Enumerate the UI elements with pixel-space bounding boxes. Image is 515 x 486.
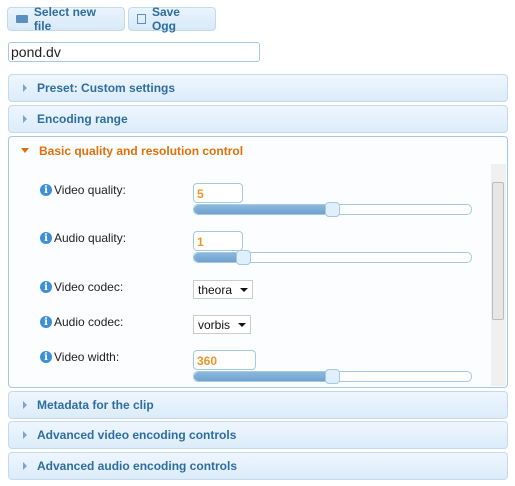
folder-icon bbox=[16, 15, 28, 23]
info-icon[interactable]: i bbox=[40, 184, 52, 196]
film-icon bbox=[137, 14, 146, 24]
audio-quality-slider[interactable] bbox=[193, 250, 472, 265]
section-preset[interactable]: Preset: Custom settings bbox=[8, 74, 508, 102]
collapse-icon bbox=[21, 148, 29, 153]
section-advanced-video[interactable]: Advanced video encoding controls bbox=[8, 421, 508, 449]
slider-handle[interactable] bbox=[235, 250, 251, 265]
audio-codec-label: i Audio codec: bbox=[40, 315, 123, 329]
section-basic-quality[interactable]: Basic quality and resolution control bbox=[8, 136, 508, 164]
video-width-input[interactable]: 360 bbox=[193, 350, 256, 370]
audio-quality-input[interactable]: 1 bbox=[193, 231, 243, 251]
slider-handle[interactable] bbox=[324, 202, 340, 217]
info-icon[interactable]: i bbox=[40, 232, 52, 244]
section-metadata[interactable]: Metadata for the clip bbox=[8, 391, 508, 419]
info-icon[interactable]: i bbox=[40, 281, 52, 293]
section-encoding-range[interactable]: Encoding range bbox=[8, 105, 508, 133]
video-codec-label: i Video codec: bbox=[40, 280, 123, 294]
basic-quality-panel: i Video quality: 5 i Audio quality: 1 i Vid… bbox=[8, 164, 508, 388]
scrollbar-thumb[interactable] bbox=[492, 182, 504, 320]
expand-icon bbox=[23, 431, 27, 439]
video-quality-slider[interactable] bbox=[193, 202, 472, 217]
slider-handle[interactable] bbox=[324, 369, 340, 384]
chevron-down-icon bbox=[238, 322, 247, 327]
video-codec-select[interactable]: theora bbox=[193, 280, 254, 299]
expand-icon bbox=[23, 401, 27, 409]
expand-icon bbox=[23, 115, 27, 123]
save-ogg-button[interactable]: Save Ogg bbox=[128, 5, 216, 33]
audio-quality-label: i Audio quality: bbox=[40, 231, 126, 245]
expand-icon bbox=[23, 462, 27, 470]
video-width-slider[interactable] bbox=[193, 369, 472, 384]
info-icon[interactable]: i bbox=[40, 351, 52, 363]
video-quality-label: i Video quality: bbox=[40, 183, 126, 197]
file-name-input[interactable]: pond.dv bbox=[8, 42, 260, 62]
section-advanced-audio[interactable]: Advanced audio encoding controls bbox=[8, 452, 508, 480]
video-quality-input[interactable]: 5 bbox=[193, 183, 243, 203]
video-width-label: i Video width: bbox=[40, 350, 119, 364]
info-icon[interactable]: i bbox=[40, 316, 52, 328]
expand-icon bbox=[23, 84, 27, 92]
scrollbar[interactable] bbox=[491, 164, 506, 386]
chevron-down-icon bbox=[240, 287, 249, 292]
audio-codec-select[interactable]: vorbis bbox=[193, 315, 252, 334]
select-new-file-button[interactable]: Select new file bbox=[7, 5, 125, 33]
